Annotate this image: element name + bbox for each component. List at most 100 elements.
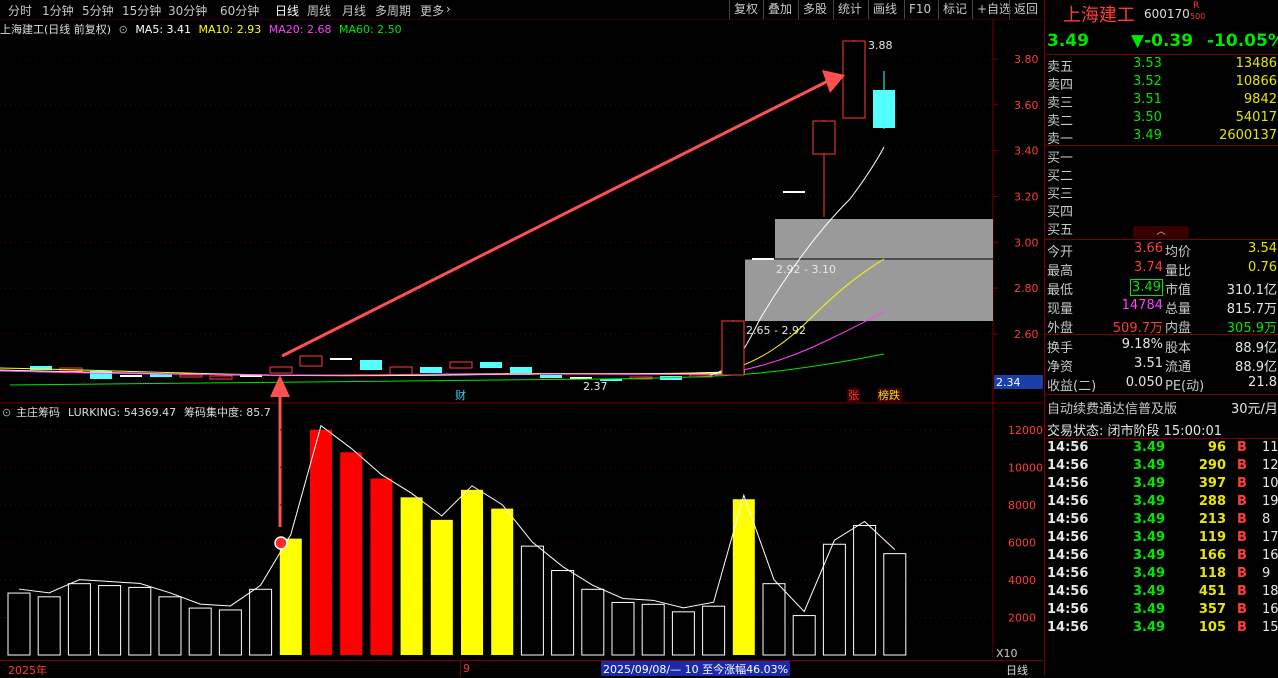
toolbar-button[interactable]: 画线 [868,0,901,19]
stat-row: 净资 3.51 流通 88.9亿 [1047,356,1277,375]
tick-row: 14:56 3.49 290 B 12 [1047,458,1278,476]
low-price-label: 2.37 [583,380,608,393]
sell-order-row[interactable]: 卖五 3.53 13486 [1047,56,1277,75]
indicator-bar [67,583,91,656]
stat-value: 3.49 [1130,279,1163,296]
candle-up [812,120,836,155]
toolbar-button[interactable]: 叠加 [763,0,796,19]
promo-row[interactable]: 自动续费通达信普及版 30元/月 [1047,398,1278,417]
tick-price: 3.49 [1133,530,1166,545]
toolbar-button[interactable]: 多股 [798,0,831,19]
signal-dot-icon [274,536,288,550]
toolbar-button[interactable]: 统计 [833,0,866,19]
tick-row: 14:56 3.49 397 B 10 [1047,476,1278,494]
tick-row: 14:56 3.49 105 B 15 [1047,620,1278,638]
stat-value: 0.050 [1125,375,1163,390]
price-tick-label: 3.80 [1014,53,1039,66]
separator [1045,438,1278,439]
price-tick-label: 3.20 [1014,191,1039,204]
separator [1045,239,1278,240]
tick-price: 3.49 [1133,458,1166,473]
promo-text[interactable]: 自动续费通达信普及版 [1047,398,1177,417]
candle-doji [783,191,805,193]
tick-time: 14:56 [1047,494,1089,509]
tick-time: 14:56 [1047,440,1089,455]
concentration-value: 筹码集中度: 85.7 [184,405,271,419]
sell-order-row[interactable]: 卖三 3.51 9842 [1047,92,1277,111]
buy-label: 买一 [1047,151,1074,166]
period-tab[interactable]: 更多 [420,2,444,19]
chevron-up-icon: ︿ [1156,227,1166,237]
sell-label: 卖二 [1047,114,1074,129]
indicator-bar [188,607,212,656]
sell-order-row[interactable]: 卖一 3.49 2600137 [1047,128,1277,147]
period-tab[interactable]: 周线 [307,2,331,19]
stat-label: 收益(二) [1047,379,1097,394]
separator [1045,334,1278,335]
stat-label: 流通 [1165,360,1192,375]
tick-time: 14:56 [1047,620,1089,635]
indicator-tick-label: 4000 [1008,574,1036,587]
promo-price[interactable]: 30元/月 [1231,398,1278,417]
indicator-bar [671,611,695,656]
ranking-marker[interactable]: 榜跌 [878,388,900,402]
indicator-bar [883,553,907,656]
finance-marker[interactable]: 财 [455,388,466,402]
period-tab[interactable]: 30分钟 [168,2,207,19]
buy-order-row[interactable]: 买二 [1047,165,1277,184]
candle [209,375,233,380]
price-tick-label: 2.80 [1014,282,1039,295]
period-tab[interactable]: 日线 [275,2,299,19]
period-tab[interactable]: 60分钟 [220,2,259,19]
sell-volume: 10866 [1235,74,1277,89]
buy-order-row[interactable]: 买四 [1047,201,1277,220]
resistance-zone-upper [775,219,993,259]
tick-count: 11 [1262,440,1278,455]
limit-up-marker[interactable]: 张 [848,389,859,402]
tick-row: 14:56 3.49 451 B 18 [1047,584,1278,602]
toolbar-button[interactable]: 复权 [729,0,762,19]
trade-status-text: 交易状态: 闭市阶段 15:00:01 [1047,424,1223,439]
indicator-settings-icon[interactable]: ⊙ [2,406,11,419]
indicator-tick-label: 2000 [1008,611,1036,624]
tick-time: 14:56 [1047,530,1089,545]
tick-count: 16 [1262,602,1278,617]
period-tab[interactable]: 月线 [342,2,366,19]
toolbar-button[interactable]: F10 [904,0,935,19]
indicator-bar [520,545,544,656]
tick-volume: 290 [1198,458,1226,473]
indicator-tick-label: 6000 [1008,536,1036,549]
stat-label: 股本 [1165,341,1192,356]
tick-price: 3.49 [1133,620,1166,635]
tick-side: B [1237,476,1247,491]
tick-volume: 213 [1198,512,1226,527]
indicator-axis: 12000 10000 8000 6000 4000 2000 [1008,424,1043,625]
stat-row: 最高 3.74 量比 0.76 [1047,260,1277,279]
expand-orders-button[interactable]: ︿ [1133,226,1189,238]
period-tab[interactable]: 分时 [8,2,32,19]
tick-price: 3.49 [1133,476,1166,491]
tick-side: B [1237,440,1247,455]
tick-volume: 357 [1198,602,1226,617]
stat-value: 310.1亿 [1226,283,1277,298]
sell-order-row[interactable]: 卖四 3.52 10866 [1047,74,1277,93]
period-tab[interactable]: 15分钟 [122,2,161,19]
toolbar-button[interactable]: 标记 [938,0,971,19]
period-tab[interactable]: 1分钟 [42,2,74,19]
price-change: ▼-0.39 [1131,31,1194,51]
tick-count: 17 [1262,530,1278,545]
period-tab[interactable]: 5分钟 [82,2,114,19]
buy-order-row[interactable]: 买一 [1047,147,1277,166]
stat-label: 最低 [1047,283,1074,298]
sell-price: 3.49 [1133,128,1162,143]
time-axis-bar: 2025年 9 2025/09/08/— 10 至今涨幅46.03% 日线 [0,660,1043,678]
indicator-bar [491,508,514,655]
buy-order-row[interactable]: 买三 [1047,183,1277,202]
period-tab[interactable]: 多周期 [375,2,411,19]
toolbar-button[interactable]: 返回 [1009,0,1042,19]
chevron-right-icon[interactable]: › [446,2,451,16]
sell-order-row[interactable]: 卖二 3.50 54017 [1047,110,1277,129]
period-label[interactable]: 日线 [1006,662,1028,678]
chart-area[interactable]: 3.80 3.60 3.40 3.20 3.00 2.80 2.60 2.92 - 3.10… [0,19,1043,660]
tick-price: 3.49 [1133,602,1166,617]
